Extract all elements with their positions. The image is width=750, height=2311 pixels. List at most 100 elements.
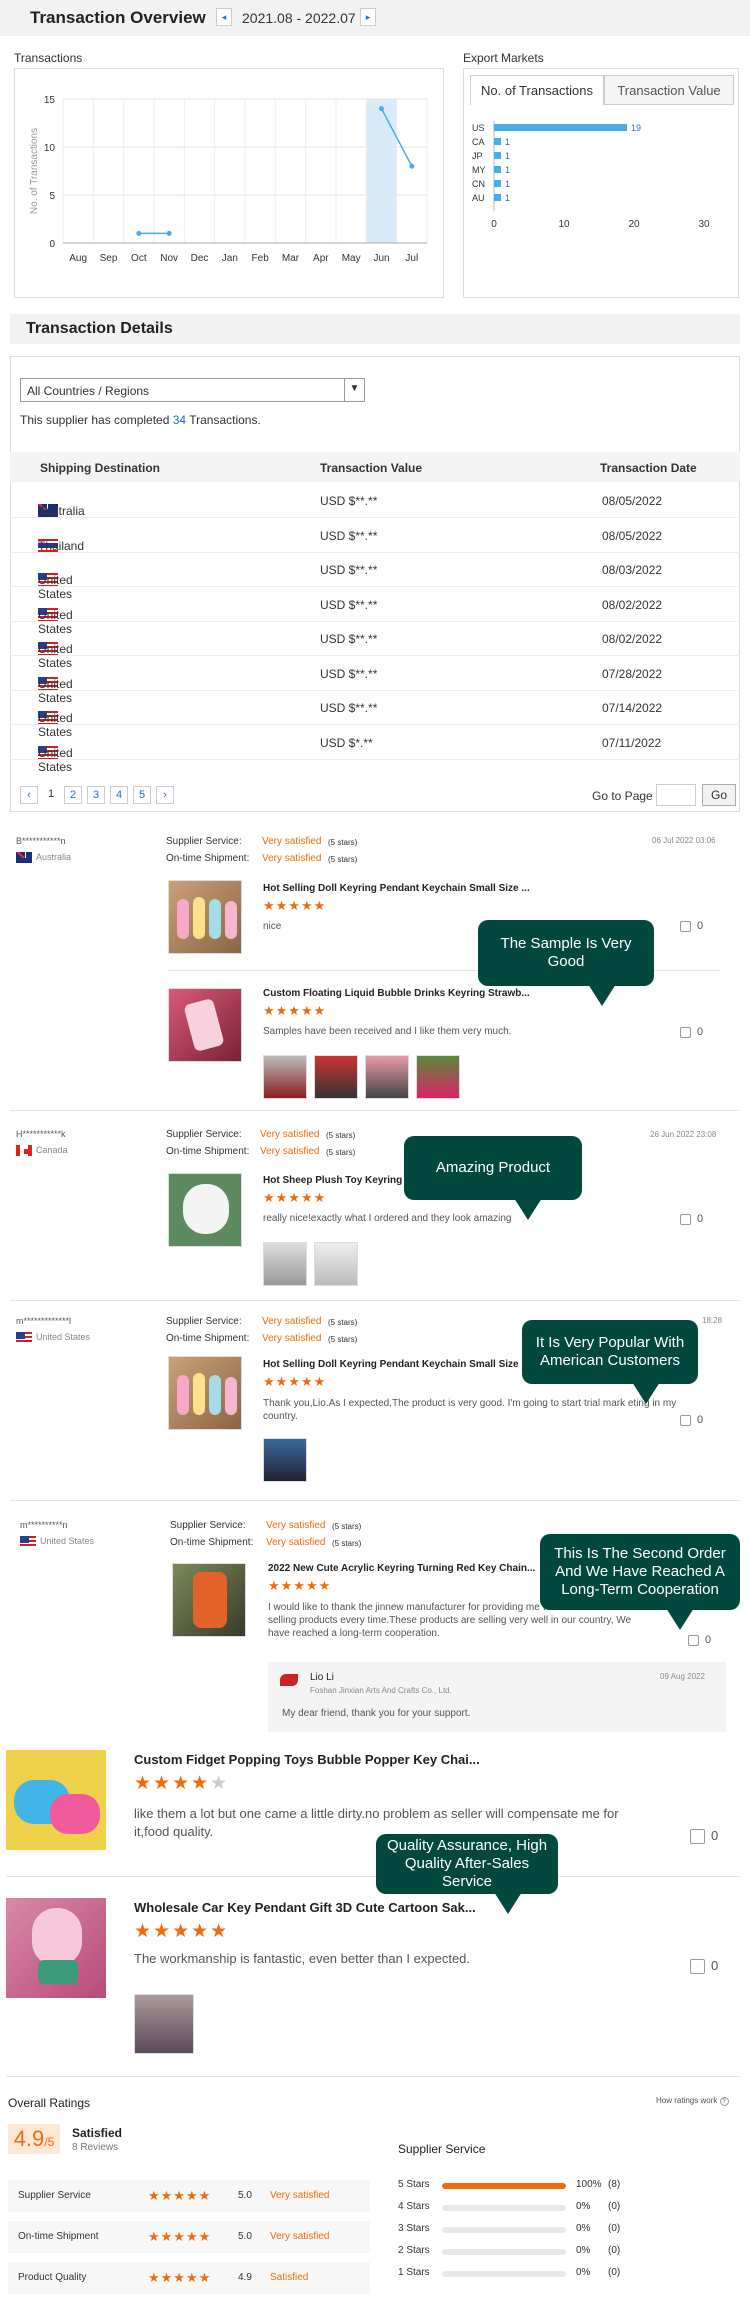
rating-supplier-stars: (5 stars) — [328, 1318, 358, 1327]
product-thumbnail[interactable] — [168, 1356, 242, 1430]
product-title[interactable]: 2022 New Cute Acrylic Keyring Turning Re… — [268, 1563, 535, 1574]
reviewer-name: B***********n — [16, 836, 66, 846]
value-cell: USD $**.** — [320, 632, 378, 646]
page-next-button[interactable]: › — [156, 786, 174, 804]
thumbs-up-icon — [690, 1959, 705, 1975]
review-photo[interactable] — [365, 1055, 409, 1099]
page-prev-button[interactable]: ‹ — [20, 786, 38, 804]
distribution-row: 2 Stars 0% (0) — [398, 2245, 621, 2256]
review-photo[interactable] — [263, 1242, 307, 1286]
thumbs-up-icon — [680, 920, 691, 932]
like-button[interactable]: 0 — [680, 1026, 703, 1038]
chevron-down-icon[interactable]: ▼ — [344, 379, 364, 401]
like-button[interactable]: 0 — [688, 1634, 711, 1646]
reviewer-name: m**********n — [20, 1520, 68, 1530]
review-photo[interactable] — [263, 1055, 307, 1099]
rating-row: Supplier Service ★★★★★ 5.0 Very satisfie… — [8, 2180, 370, 2212]
review-photo[interactable] — [314, 1055, 358, 1099]
product-thumbnail[interactable] — [168, 880, 242, 954]
y-tick-label: 15 — [44, 95, 56, 106]
x-tick-label: Sep — [100, 253, 118, 264]
bar-value-label: 1 — [505, 193, 510, 203]
transactions-line-chart: 0 5 10 15 Aug Sep Oct Nov Dec Jan Feb Mar Apr May Jun J… — [29, 95, 428, 264]
product-title[interactable]: Wholesale Car Key Pendant Gift 3D Cute C… — [134, 1900, 476, 1915]
reply-text: My dear friend, thank you for your suppo… — [282, 1708, 471, 1719]
x-tick-label: Oct — [131, 253, 147, 264]
rating-on-time: On-time Shipment: — [166, 853, 250, 864]
rating-supplier-value: Very satisfied — [260, 1129, 320, 1140]
page-3[interactable]: 3 — [87, 786, 105, 804]
category-label: CN — [472, 179, 485, 189]
product-thumbnail[interactable] — [168, 1173, 242, 1247]
review-date: 06 Jul 2022 03:06 — [652, 836, 716, 845]
review-stars: ★★★★★ — [263, 1374, 327, 1389]
page-2[interactable]: 2 — [64, 786, 82, 804]
table-row: United States USD $**.** 07/28/2022 — [10, 657, 740, 705]
goto-page-input[interactable] — [656, 784, 696, 806]
page-1[interactable]: 1 — [42, 786, 60, 804]
review-text: The workmanship is fantastic, even bette… — [134, 1951, 471, 1966]
like-button[interactable]: 0 — [680, 920, 703, 932]
date-prev-button[interactable]: ◂ — [216, 8, 232, 26]
product-thumbnail[interactable] — [172, 1563, 246, 1637]
overview-header: Transaction Overview ◂ 2021.08 - 2022.07… — [0, 0, 750, 36]
product-title[interactable]: Hot Selling Doll Keyring Pendant Keychai… — [263, 1359, 530, 1370]
y-tick-label: 0 — [49, 239, 55, 250]
distribution-title: Supplier Service — [398, 2142, 486, 2156]
x-tick-label: May — [342, 253, 361, 264]
review-photo[interactable] — [416, 1055, 460, 1099]
date-cell: 08/02/2022 — [602, 597, 663, 612]
table-row: Australia USD $**.** 08/05/2022 — [10, 484, 740, 518]
like-button[interactable]: 0 — [680, 1414, 703, 1426]
table-row: United States USD $**.** 08/03/2022 — [10, 553, 740, 601]
callout-bubble: It Is Very Popular With American Custome… — [522, 1320, 698, 1404]
flag-icon — [16, 1145, 32, 1157]
go-button[interactable]: Go — [702, 784, 736, 806]
export-markets-panel: No. of Transactions Transaction Value US… — [463, 68, 739, 298]
rating-supplier-stars: (5 stars) — [332, 1522, 362, 1531]
distribution-bar — [442, 2227, 566, 2233]
rating-supplier-service: Supplier Service: — [166, 1129, 242, 1140]
callout-bubble: This Is The Second Order And We Have Rea… — [540, 1534, 740, 1630]
review-stars: ★★★★★ — [134, 1921, 230, 1942]
product-title[interactable]: Custom Fidget Popping Toys Bubble Popper… — [134, 1752, 480, 1767]
distribution-row: 1 Stars 0% (0) — [398, 2267, 621, 2278]
y-axis-label: No. of Transactions — [29, 128, 40, 214]
y-tick-label: 5 — [49, 191, 55, 202]
country-filter-select[interactable]: All Countries / Regions ▼ — [20, 378, 365, 402]
rating-supplier-service: Supplier Service: — [166, 836, 242, 847]
page-4[interactable]: 4 — [110, 786, 128, 804]
x-tick-label: Feb — [252, 253, 270, 264]
date-cell: 07/28/2022 — [602, 666, 663, 681]
thumbs-up-icon — [690, 1829, 705, 1845]
reviewer-country: United States — [16, 1332, 90, 1344]
review-photo[interactable] — [314, 1242, 358, 1286]
product-thumbnail[interactable] — [168, 988, 242, 1062]
tab-no-of-transactions[interactable]: No. of Transactions — [470, 75, 604, 105]
like-button[interactable]: 0 — [690, 1958, 718, 1975]
product-title[interactable]: Hot Selling Doll Keyring Pendant Keychai… — [263, 883, 530, 894]
like-button[interactable]: 0 — [690, 1828, 718, 1845]
product-thumbnail[interactable] — [6, 1898, 106, 1998]
details-header: Transaction Details — [10, 314, 740, 344]
supplier-logo-icon — [280, 1674, 298, 1686]
product-title[interactable]: Custom Floating Liquid Bubble Drinks Key… — [263, 988, 530, 999]
rating-on-time: On-time Shipment: — [170, 1537, 254, 1548]
tab-transaction-value[interactable]: Transaction Value — [604, 75, 734, 105]
x-tick-label: Mar — [282, 253, 300, 264]
value-cell: USD $**.** — [320, 494, 378, 508]
overview-title: Transaction Overview — [30, 8, 206, 27]
like-button[interactable]: 0 — [680, 1213, 703, 1225]
rating-supplier-service: Supplier Service: — [166, 1316, 242, 1327]
how-ratings-work-link[interactable]: How ratings work ? — [656, 2096, 729, 2106]
date-next-button[interactable]: ▸ — [360, 8, 376, 26]
thumbs-up-icon — [680, 1026, 691, 1038]
review-photo[interactable] — [134, 1994, 194, 2054]
product-title[interactable]: Hot Sheep Plush Toy Keyring S — [263, 1175, 412, 1186]
review-photo[interactable] — [263, 1438, 307, 1482]
product-thumbnail[interactable] — [6, 1750, 106, 1850]
x-tick-label: 0 — [491, 219, 497, 230]
page-5[interactable]: 5 — [133, 786, 151, 804]
bar-value-label: 1 — [505, 137, 510, 147]
table-row: United States USD $**.** 08/02/2022 — [10, 622, 740, 670]
